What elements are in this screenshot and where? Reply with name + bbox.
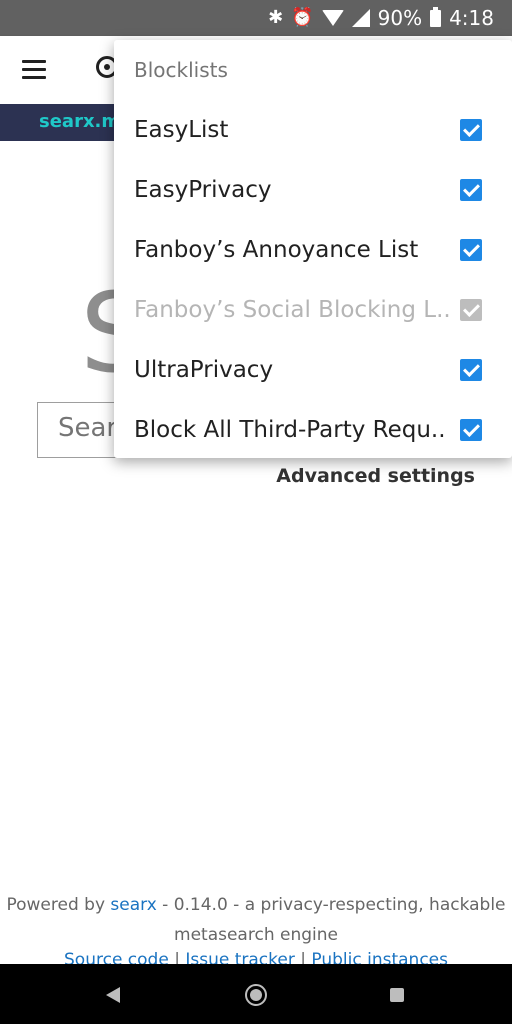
source-code-link[interactable]: Source code bbox=[64, 950, 169, 964]
battery-percent: 90% bbox=[377, 6, 423, 30]
menu-item-label: Fanboy’s Social Blocking L.. bbox=[134, 297, 451, 323]
menu-title: Blocklists bbox=[134, 58, 228, 82]
menu-item-label: Block All Third-Party Requ.. bbox=[134, 417, 446, 443]
url-text[interactable]: searx.m bbox=[39, 111, 120, 132]
searx-link[interactable]: searx bbox=[110, 895, 156, 915]
public-instances-link[interactable]: Public instances bbox=[311, 950, 448, 964]
clock: 4:18 bbox=[449, 6, 494, 30]
recent-apps-icon[interactable] bbox=[390, 988, 404, 1002]
menu-item-ultraprivacy[interactable]: UltraPrivacy bbox=[114, 340, 512, 400]
menu-item-label: EasyPrivacy bbox=[134, 177, 272, 203]
footer-separator: | bbox=[168, 950, 186, 964]
checkbox-checked-icon[interactable] bbox=[460, 359, 482, 381]
menu-item-label: EasyList bbox=[134, 117, 229, 143]
signal-icon bbox=[351, 9, 370, 27]
checkbox-checked-icon[interactable] bbox=[460, 419, 482, 441]
menu-item-block-third-party[interactable]: Block All Third-Party Requ.. bbox=[114, 400, 512, 460]
footer-separator: | bbox=[294, 950, 312, 964]
footer-powered-by: Powered by bbox=[6, 895, 111, 915]
battery-icon bbox=[430, 6, 442, 27]
menu-icon[interactable] bbox=[22, 60, 46, 80]
menu-item-fanboy-social: Fanboy’s Social Blocking L.. bbox=[114, 280, 512, 340]
back-icon[interactable] bbox=[106, 987, 120, 1003]
checkbox-checked-icon[interactable] bbox=[460, 179, 482, 201]
bluetooth-icon: ✱ bbox=[268, 7, 284, 28]
footer-version-text: - 0.14.0 - a privacy-respecting, hackabl… bbox=[156, 895, 506, 915]
checkbox-checked-icon[interactable] bbox=[460, 239, 482, 261]
navigation-bar bbox=[0, 964, 512, 1024]
blocklists-menu: Blocklists EasyList EasyPrivacy Fanboy’s… bbox=[114, 40, 512, 458]
issue-tracker-link[interactable]: Issue tracker bbox=[185, 950, 294, 964]
menu-item-label: Fanboy’s Annoyance List bbox=[134, 237, 419, 263]
menu-item-fanboy-annoyance[interactable]: Fanboy’s Annoyance List bbox=[114, 220, 512, 280]
advanced-settings-link[interactable]: Advanced settings bbox=[276, 465, 475, 487]
footer: Powered by searx - 0.14.0 - a privacy-re… bbox=[0, 890, 512, 950]
menu-item-easylist[interactable]: EasyList bbox=[114, 100, 512, 160]
menu-item-easyprivacy[interactable]: EasyPrivacy bbox=[114, 160, 512, 220]
alarm-icon: ⏰ bbox=[291, 7, 314, 28]
checkbox-checked-icon[interactable] bbox=[460, 119, 482, 141]
menu-item-label: UltraPrivacy bbox=[134, 357, 274, 383]
footer-links: Source code | Issue tracker | Public ins… bbox=[0, 950, 512, 964]
wifi-icon bbox=[321, 10, 344, 26]
checkbox-checked-icon bbox=[460, 299, 482, 321]
footer-line2: metasearch engine bbox=[174, 925, 338, 945]
home-icon[interactable] bbox=[245, 984, 267, 1006]
status-bar: ✱ ⏰ 90% 4:18 bbox=[0, 0, 512, 36]
